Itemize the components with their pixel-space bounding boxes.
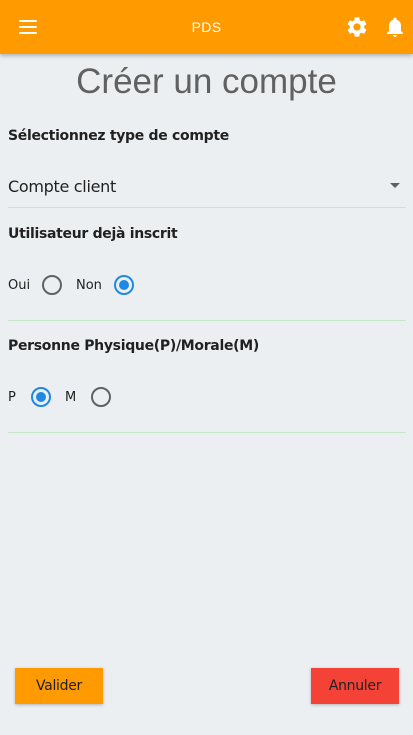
already-registered-label: Utilisateur dejà inscrit <box>8 226 178 242</box>
chevron-down-icon <box>390 183 400 188</box>
account-type-label: Sélectionnez type de compte <box>8 128 229 144</box>
page-title: Créer un compte <box>76 62 337 101</box>
person-type-label: Personne Physique(P)/Morale(M) <box>8 338 259 354</box>
account-type-value: Compte client <box>8 177 116 196</box>
radio-p[interactable] <box>31 387 51 407</box>
bell-icon[interactable] <box>383 15 407 39</box>
radio-m[interactable] <box>91 387 111 407</box>
submit-button[interactable]: Valider <box>15 668 103 704</box>
account-type-select[interactable]: Compte client <box>8 170 406 208</box>
divider <box>8 320 406 321</box>
option-oui-label: Oui <box>8 278 31 293</box>
radio-oui[interactable] <box>42 275 62 295</box>
app-bar: PDS <box>0 0 413 54</box>
divider <box>8 432 406 433</box>
gear-icon[interactable] <box>345 15 369 39</box>
radio-non[interactable] <box>114 275 134 295</box>
option-p-label: P <box>8 390 16 405</box>
cancel-button[interactable]: Annuler <box>311 668 399 704</box>
option-non-label: Non <box>76 278 102 293</box>
option-m-label: M <box>65 390 77 405</box>
